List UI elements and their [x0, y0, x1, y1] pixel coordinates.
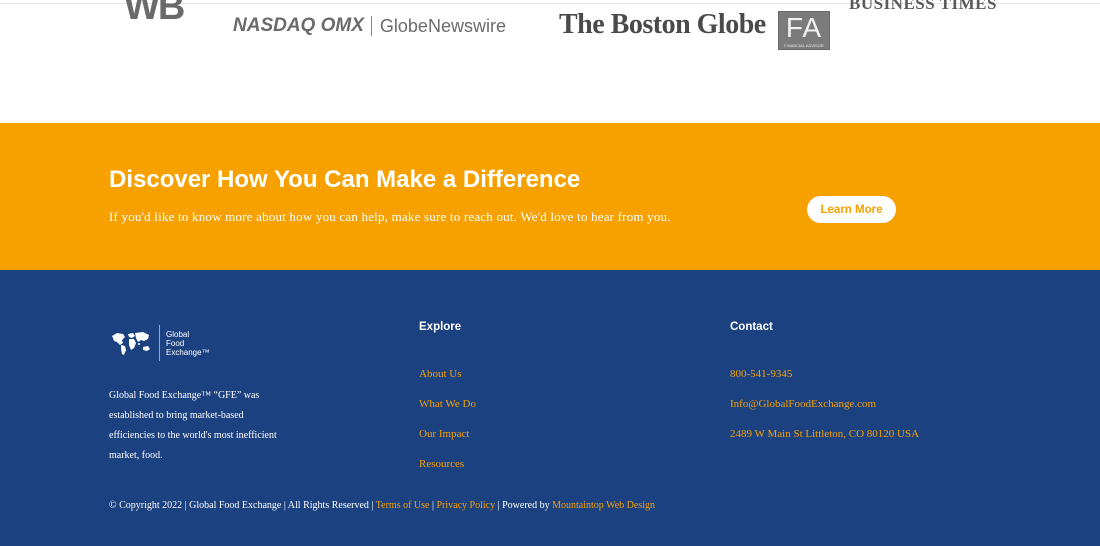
nasdaq-globenewswire-logo: NASDAQ OMX GlobeNewswire — [233, 15, 506, 37]
explore-links: About Us What We Do Our Impact Resources — [419, 366, 476, 486]
explore-link-resources: Resources — [419, 456, 476, 486]
learn-more-button[interactable]: Learn More — [807, 196, 896, 223]
mountaintop-web-design-link[interactable]: Mountaintop Web Design — [552, 500, 655, 511]
explore-link-what-we-do: What We Do — [419, 396, 476, 426]
brand-name-line: Exchange™ — [166, 347, 210, 357]
about-us-link[interactable]: About Us — [419, 368, 461, 380]
globenewswire-logo-text: GlobeNewswire — [379, 15, 506, 36]
cta-section: Discover How You Can Make a Difference I… — [0, 123, 1100, 270]
address-link[interactable]: 2489 W Main St Littleton, CO 80120 USA — [730, 428, 919, 440]
powered-by-text: | Powered by — [495, 500, 553, 511]
business-times-logo: BUSINESS TIMES — [849, 0, 997, 13]
financial-advisor-logo: FA FINANCIAL ADVISOR — [778, 11, 830, 50]
terms-of-use-link[interactable]: Terms of Use — [376, 500, 430, 511]
privacy-policy-link[interactable]: Privacy Policy — [436, 500, 495, 511]
cta-description: If you'd like to know more about how you… — [109, 209, 671, 224]
resources-link[interactable]: Resources — [419, 458, 464, 470]
logo-separator — [370, 16, 372, 36]
contact-address-item: 2489 W Main St Littleton, CO 80120 USA — [730, 426, 919, 456]
brand-divider — [159, 325, 160, 361]
explore-heading: Explore — [419, 321, 462, 333]
footer-brand-logo[interactable]: Global Food Exchange™ — [109, 325, 210, 361]
fa-logo-subtext: FINANCIAL ADVISOR — [784, 43, 824, 48]
press-logo-strip: WB NASDAQ OMX GlobeNewswire The Boston G… — [0, 0, 1100, 123]
fa-logo-letters: FA — [785, 12, 823, 43]
brand-name-line: Food — [166, 338, 185, 348]
wb-logo: WB — [124, 0, 185, 28]
site-footer: Global Food Exchange™ Global Food Exchan… — [0, 270, 1100, 546]
cta-title: Discover How You Can Make a Difference — [109, 166, 581, 193]
explore-link-our-impact: Our Impact — [419, 426, 476, 456]
explore-link-about-us: About Us — [419, 366, 476, 396]
copyright-text: © Copyright 2022 | Global Food Exchange … — [109, 500, 376, 511]
contact-phone-item: 800-541-9345 — [730, 366, 919, 396]
email-link[interactable]: Info@GlobalFoodExchange.com — [730, 398, 876, 410]
footer-about-text: Global Food Exchange™ “GFE” was establis… — [109, 390, 277, 461]
contact-heading: Contact — [730, 321, 773, 333]
what-we-do-link[interactable]: What We Do — [419, 398, 476, 410]
nasdaq-logo-text: NASDAQ OMX — [233, 15, 364, 36]
brand-name: Global Food Exchange™ — [166, 330, 210, 357]
contact-email-item: Info@GlobalFoodExchange.com — [730, 396, 919, 426]
brand-name-line: Global — [166, 329, 190, 339]
our-impact-link[interactable]: Our Impact — [419, 428, 469, 440]
phone-link[interactable]: 800-541-9345 — [730, 368, 792, 380]
boston-globe-logo: The Boston Globe — [559, 9, 766, 40]
world-map-icon — [112, 332, 150, 355]
copyright-bar: © Copyright 2022 | Global Food Exchange … — [109, 500, 655, 511]
contact-links: 800-541-9345 Info@GlobalFoodExchange.com… — [730, 366, 919, 456]
